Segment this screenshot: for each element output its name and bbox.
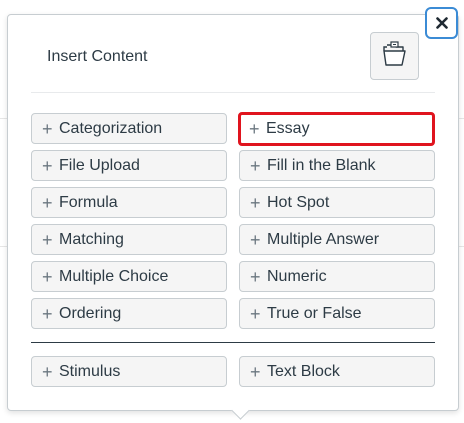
content-type-multiple-choice[interactable]: + Multiple Choice [31,261,227,292]
content-type-true-or-false[interactable]: + True or False [239,298,435,329]
content-type-label: Hot Spot [267,193,330,211]
content-type-numeric[interactable]: + Numeric [239,261,435,292]
content-type-label: Essay [266,120,310,137]
content-type-hot-spot[interactable]: + Hot Spot [239,187,435,218]
content-type-text-block[interactable]: + Text Block [239,356,435,387]
content-type-label: Text Block [267,362,340,380]
content-type-label: File Upload [59,156,140,174]
content-type-categorization[interactable]: + Categorization [31,113,227,144]
plus-icon: + [250,266,261,287]
content-type-stimulus[interactable]: + Stimulus [31,356,227,387]
content-type-label: Categorization [59,119,163,137]
plus-icon: + [42,266,53,287]
content-type-file-upload[interactable]: + File Upload [31,150,227,181]
content-type-essay[interactable]: + Essay [238,112,435,146]
content-type-label: Numeric [267,267,327,285]
dialog-title: Insert Content [47,48,148,65]
content-type-label: Stimulus [59,362,121,380]
plus-icon: + [250,155,261,176]
popover-caret [231,401,250,420]
content-type-label: Formula [59,193,118,211]
plus-icon: + [42,118,53,139]
plus-icon: + [249,119,260,139]
content-type-fill-in-the-blank[interactable]: + Fill in the Blank [239,150,435,181]
content-type-label: Fill in the Blank [267,156,376,174]
content-type-label: Multiple Choice [59,267,169,285]
open-folder-button[interactable] [370,32,419,80]
content-type-label: Matching [59,230,124,248]
plus-icon: + [42,155,53,176]
plus-icon: + [42,229,53,250]
content-type-label: Multiple Answer [267,230,380,248]
plus-icon: + [250,192,261,213]
background-line [0,118,7,119]
section-divider [31,342,435,343]
plus-icon: + [250,229,261,250]
plus-icon: + [42,303,53,324]
plus-icon: + [250,303,261,324]
content-type-label: Ordering [59,304,122,322]
background-line [459,118,464,119]
plus-icon: + [42,361,53,382]
plus-icon: + [250,361,261,382]
content-type-matching[interactable]: + Matching [31,224,227,255]
content-type-label: True or False [267,304,362,322]
background-line [459,246,464,247]
header-divider [31,92,435,93]
close-icon [435,17,448,29]
folder-open-icon [381,40,409,72]
plus-icon: + [42,192,53,213]
content-type-multiple-answer[interactable]: + Multiple Answer [239,224,435,255]
content-type-formula[interactable]: + Formula [31,187,227,218]
background-line [0,246,7,247]
content-type-ordering[interactable]: + Ordering [31,298,227,329]
close-button[interactable] [425,7,458,39]
